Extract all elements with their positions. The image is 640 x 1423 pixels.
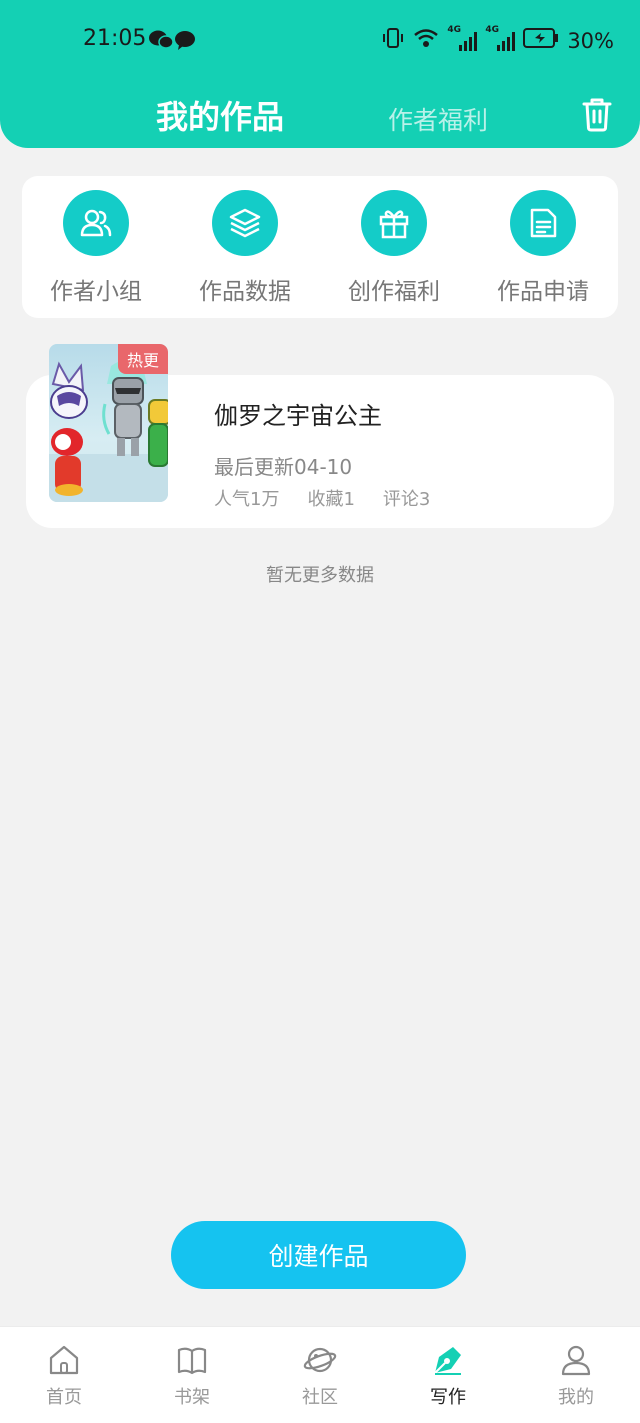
nav-item-home[interactable]: 首页 xyxy=(24,1343,104,1409)
status-indicators: 4G 4G 30% xyxy=(381,25,614,55)
vibrate-icon xyxy=(381,26,405,55)
bottom-navigation: 首页 书架 社区 写作 我的 xyxy=(0,1326,640,1423)
quick-actions-card: 作者小组 作品数据 创作福利 作品申请 xyxy=(22,176,618,318)
status-time: 21:05 xyxy=(83,26,147,51)
work-title[interactable]: 伽罗之宇宙公主 xyxy=(214,396,382,431)
work-comments: 评论3 xyxy=(382,489,431,510)
quick-action-work-data[interactable]: 作品数据 xyxy=(175,190,315,306)
pen-icon xyxy=(431,1343,465,1377)
nav-item-community[interactable]: 社区 xyxy=(280,1343,360,1409)
planet-icon xyxy=(303,1343,337,1377)
nav-item-bookshelf[interactable]: 书架 xyxy=(152,1343,232,1409)
trash-icon[interactable] xyxy=(580,96,614,132)
home-icon xyxy=(47,1343,81,1377)
work-last-update: 最后更新04-10 xyxy=(214,455,353,479)
quick-action-creation-welfare[interactable]: 创作福利 xyxy=(324,190,464,306)
nav-label-bookshelf: 书架 xyxy=(174,1387,210,1408)
work-stats: 人气1万 收藏1 评论3 xyxy=(214,485,430,511)
hot-update-badge: 热更 xyxy=(118,344,168,374)
document-icon xyxy=(510,190,576,256)
quick-action-label: 作品申请 xyxy=(497,279,589,305)
gift-icon xyxy=(361,190,427,256)
nav-label-community: 社区 xyxy=(302,1387,338,1408)
status-bar: 21:05 4G 4G 30% xyxy=(0,20,640,60)
nav-item-writing[interactable]: 写作 xyxy=(408,1343,488,1409)
wifi-icon xyxy=(413,27,439,54)
signal-icon-2: 4G xyxy=(485,25,516,53)
create-work-button[interactable]: 创建作品 xyxy=(171,1221,466,1289)
quick-action-label: 作者小组 xyxy=(50,279,142,305)
nav-label-home: 首页 xyxy=(46,1387,82,1408)
battery-percent: 30% xyxy=(567,28,614,53)
quick-action-label: 创作福利 xyxy=(348,279,440,305)
work-popularity: 人气1万 xyxy=(214,489,280,510)
signal-icon: 4G xyxy=(447,25,478,53)
nav-item-mine[interactable]: 我的 xyxy=(536,1343,616,1409)
book-icon xyxy=(175,1343,209,1377)
battery-icon xyxy=(523,27,559,54)
work-cover-image[interactable]: 热更 xyxy=(49,344,168,502)
group-icon xyxy=(63,190,129,256)
wechat-notification-icon xyxy=(148,28,198,56)
no-more-data-text: 暂无更多数据 xyxy=(266,565,374,586)
user-icon xyxy=(559,1343,593,1377)
layers-icon xyxy=(212,190,278,256)
nav-label-writing: 写作 xyxy=(430,1387,466,1408)
tab-author-welfare[interactable]: 作者福利 xyxy=(388,101,488,137)
app-header: 21:05 4G 4G 30% 我的作品 作者福利 xyxy=(0,0,640,148)
quick-action-author-group[interactable]: 作者小组 xyxy=(26,190,166,306)
quick-action-label: 作品数据 xyxy=(199,279,291,305)
page-title[interactable]: 我的作品 xyxy=(156,92,284,138)
work-favorites: 收藏1 xyxy=(307,489,355,510)
nav-label-mine: 我的 xyxy=(558,1387,594,1408)
quick-action-work-application[interactable]: 作品申请 xyxy=(473,190,613,306)
